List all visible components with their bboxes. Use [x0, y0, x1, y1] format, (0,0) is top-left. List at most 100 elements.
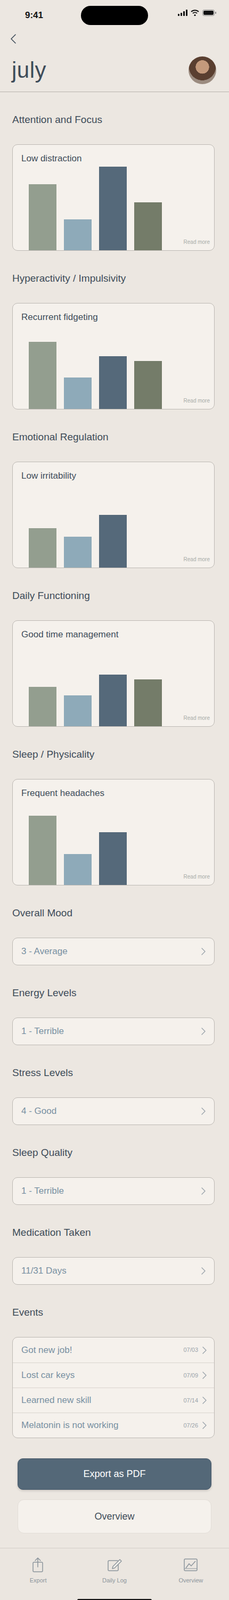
export-pdf-button[interactable]: Export as PDF	[17, 1458, 212, 1491]
event-title: Learned new skill	[21, 1393, 92, 1408]
section-heading: Sleep Quality	[12, 1125, 215, 1178]
rating-select[interactable]: 3 - Average	[12, 937, 215, 966]
event-date: 07/26	[183, 1421, 199, 1431]
chart-bar	[63, 377, 92, 410]
read-more-link[interactable]: Read more	[183, 872, 215, 886]
event-row[interactable]: Lost car keys 07/09	[12, 1362, 215, 1388]
rating-value: 11/31 Days	[21, 1264, 67, 1279]
profile-avatar[interactable]	[188, 56, 217, 85]
rating-select[interactable]: 11/31 Days	[12, 1257, 215, 1286]
content: Attention and FocusLow distraction Read m…	[0, 92, 229, 1534]
overview-button[interactable]: Overview	[17, 1499, 212, 1534]
home-indicator	[77, 1599, 152, 1600]
chevron-left-icon	[9, 33, 18, 45]
chart-bar	[28, 528, 57, 568]
bar-chart	[12, 165, 162, 251]
chart-row: Read more	[12, 482, 215, 568]
chart-row: Read more	[12, 323, 215, 410]
signal-icon	[177, 9, 188, 16]
chevron-right-icon	[201, 1396, 208, 1405]
wifi-icon	[190, 9, 200, 16]
chevron-right-icon	[200, 1266, 207, 1276]
chart-bar	[63, 219, 92, 251]
section-heading: Events	[12, 1285, 215, 1338]
chevron-right-icon	[200, 1027, 207, 1036]
section-heading: Attention and Focus	[12, 92, 215, 145]
dynamic-island	[80, 5, 149, 26]
read-more-link[interactable]: Read more	[183, 714, 215, 727]
bar-chart	[12, 323, 162, 410]
card-title: Low irritability	[12, 462, 215, 483]
tab-item[interactable]: Daily Log	[76, 1548, 153, 1600]
chart-bar	[63, 695, 92, 727]
clock: 9:41	[12, 0, 56, 29]
event-date: 07/09	[183, 1371, 199, 1381]
chevron-right-icon	[201, 1346, 208, 1355]
chart-icon	[182, 1557, 199, 1574]
tab-label: Overview	[178, 1576, 203, 1586]
read-more-link[interactable]: Read more	[183, 238, 215, 251]
bar-chart	[12, 641, 162, 727]
chart-bar	[134, 202, 162, 251]
chevron-right-icon	[201, 1421, 208, 1430]
chart-bar	[99, 166, 127, 251]
event-title: Melatonin is not working	[21, 1418, 119, 1433]
event-date-group: 07/03	[183, 1345, 208, 1355]
battery-icon	[202, 9, 217, 16]
rating-value: 4 - Good	[21, 1104, 57, 1119]
chevron-right-icon	[201, 1371, 208, 1380]
event-row[interactable]: Got new job! 07/03	[12, 1337, 215, 1363]
event-row[interactable]: Melatonin is not working 07/26	[12, 1412, 215, 1438]
rating-value: 1 - Terrible	[21, 1184, 64, 1199]
chart-bar	[28, 815, 57, 886]
chart-bar	[28, 341, 57, 410]
chart-card[interactable]: Good time management Read more	[12, 620, 215, 727]
tab-bar: Export Daily Log Overview	[0, 1548, 229, 1600]
section-heading: Overall Mood	[12, 885, 215, 938]
events-list: Got new job! 07/03 Lost car keys 07/09 Learn…	[12, 1337, 215, 1439]
chart-bar	[99, 674, 127, 727]
chart-card[interactable]: Low distraction Read more	[12, 144, 215, 251]
chart-card[interactable]: Low irritability Read more	[12, 461, 215, 569]
card-title: Recurrent fidgeting	[12, 303, 215, 324]
pencil-icon	[106, 1557, 123, 1574]
chart-bar	[134, 679, 162, 727]
chart-card[interactable]: Recurrent fidgeting Read more	[12, 303, 215, 410]
section-heading: Medication Taken	[12, 1205, 215, 1258]
read-more-link[interactable]: Read more	[183, 396, 215, 410]
chart-bar	[28, 687, 57, 727]
chevron-right-icon	[200, 1187, 207, 1196]
chart-bar	[28, 184, 57, 251]
rating-select[interactable]: 1 - Terrible	[12, 1177, 215, 1206]
status-bar: 9:41	[0, 0, 229, 29]
event-date: 07/03	[183, 1345, 199, 1355]
rating-select[interactable]: 4 - Good	[12, 1097, 215, 1126]
event-row[interactable]: Learned new skill 07/14	[12, 1387, 215, 1413]
month-title: july	[11, 59, 47, 82]
card-title: Low distraction	[12, 144, 215, 166]
bar-chart	[12, 482, 127, 568]
tab-label: Daily Log	[102, 1576, 127, 1586]
card-title: Good time management	[12, 620, 215, 642]
chart-card[interactable]: Frequent headachesRead more	[12, 779, 215, 886]
rating-select[interactable]: 1 - Terrible	[12, 1017, 215, 1046]
title-row: july	[0, 48, 229, 93]
rating-value: 3 - Average	[21, 944, 68, 959]
chart-bar	[99, 356, 127, 410]
back-button[interactable]	[0, 28, 229, 49]
event-title: Got new job!	[21, 1343, 72, 1358]
event-date-group: 07/14	[183, 1396, 208, 1406]
tab-item[interactable]: Overview	[152, 1548, 229, 1600]
event-title: Lost car keys	[21, 1368, 75, 1383]
section-heading: Emotional Regulation	[12, 409, 215, 462]
system-icons	[177, 0, 217, 29]
bar-chart	[12, 799, 127, 886]
section-heading: Energy Levels	[12, 965, 215, 1018]
chart-bar	[63, 536, 92, 568]
read-more-link[interactable]: Read more	[183, 555, 215, 568]
chevron-right-icon	[200, 947, 207, 956]
tab-label: Export	[29, 1576, 47, 1586]
tab-item[interactable]: Export	[0, 1548, 77, 1600]
chart-row: Read more	[12, 641, 215, 727]
chevron-right-icon	[200, 1107, 207, 1116]
